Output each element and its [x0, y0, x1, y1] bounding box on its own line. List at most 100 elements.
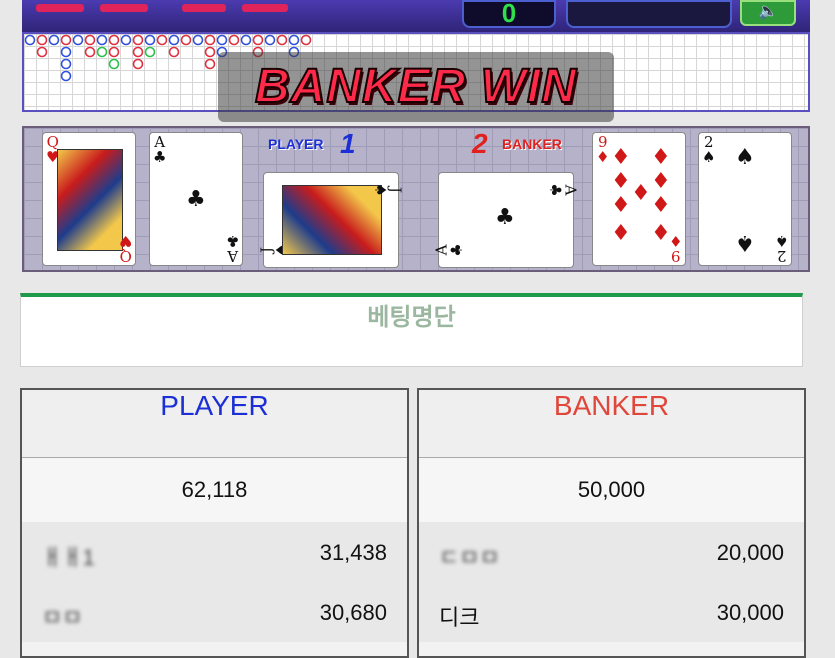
- status-mark: [100, 4, 148, 12]
- road-marker: [72, 34, 84, 46]
- road-marker: [300, 34, 312, 46]
- bettor-name: ㅁㅁ: [42, 605, 83, 630]
- card-suit: ♠: [774, 232, 788, 250]
- diamond-pip: ♦: [651, 169, 671, 194]
- card-suit: ♦: [668, 232, 682, 250]
- player-bets-column: PLAYER 62,118 ㅐㅐ1 31,438 ㅁㅁ 30,680: [20, 388, 409, 658]
- banker-bets-column: BANKER 50,000 ㄷㅁㅁ 20,000 디크 30,000: [417, 388, 806, 658]
- status-mark: [182, 4, 226, 12]
- status-mark: [36, 4, 84, 12]
- club-pip: ♣: [495, 205, 515, 230]
- road-marker: [156, 34, 168, 46]
- road-marker: [168, 34, 180, 46]
- diamond-pip: ♦: [651, 145, 671, 170]
- road-marker: [108, 58, 120, 70]
- player-bets-total: 62,118: [22, 458, 407, 522]
- road-marker: [60, 46, 72, 58]
- result-banner: BANKER WIN: [218, 52, 614, 122]
- banker-card-1: A ♣ ♣ A ♣: [433, 172, 579, 268]
- road-marker: [180, 34, 192, 46]
- banker-card-2: 9 ♦ ♦ ♦ ♦ ♦ ♦ ♦ ♦ ♦ ♦ 9 ♦: [592, 132, 686, 266]
- betting-list-title: 베팅명단: [367, 304, 456, 331]
- bet-amount: 30,000: [716, 600, 784, 625]
- player-label: PLAYER: [268, 136, 324, 152]
- player-card-3: J♠ J♠: [258, 172, 404, 268]
- player-bets-header: PLAYER: [22, 390, 407, 458]
- diamond-pip: ♦: [611, 145, 631, 170]
- diamond-pip: ♦: [651, 193, 671, 218]
- card-table: PLAYER 1 2 BANKER Q♥ Q♥ A♣ ♣ A♣ J♠ J♠ A♣…: [22, 126, 810, 272]
- road-marker: [132, 58, 144, 70]
- road-marker: [60, 34, 72, 46]
- list-item: ㅐㅐ1 31,438: [22, 522, 407, 582]
- road-marker: [204, 58, 216, 70]
- player-score: 1: [340, 128, 356, 159]
- road-marker: [96, 34, 108, 46]
- card-suit: ♣: [153, 148, 167, 166]
- road-marker: [132, 46, 144, 58]
- queen-figure: [57, 149, 123, 251]
- road-marker: [36, 34, 48, 46]
- banker-card-3: 2 ♠ ♠ ♠ 2 ♠: [698, 132, 792, 266]
- road-marker: [216, 34, 228, 46]
- card-suit: ♣: [447, 243, 466, 257]
- jack-figure: [282, 185, 382, 255]
- road-marker: [288, 34, 300, 46]
- banker-bets-header: BANKER: [419, 390, 804, 458]
- result-text: BANKER WIN: [254, 59, 577, 114]
- road-marker: [36, 46, 48, 58]
- road-marker: [228, 34, 240, 46]
- road-marker: [96, 46, 108, 58]
- diamond-pip: ♦: [611, 221, 631, 246]
- card-suit: ♦: [596, 148, 610, 166]
- spade-pip: ♠: [735, 145, 755, 170]
- diamond-pip: ♦: [611, 193, 631, 218]
- road-marker: [108, 34, 120, 46]
- card-suit: ♣: [546, 183, 565, 197]
- list-item: ㄷㅁㅁ 20,000: [419, 522, 804, 582]
- banker-bets-total: 50,000: [419, 458, 804, 522]
- road-marker: [276, 34, 288, 46]
- road-marker: [60, 58, 72, 70]
- banker-label: BANKER: [502, 136, 562, 152]
- road-marker: [84, 34, 96, 46]
- player-card-1: Q ♥ Q ♥: [42, 132, 136, 266]
- diamond-pip: ♦: [611, 169, 631, 194]
- bet-amount: 30,680: [319, 600, 387, 625]
- road-marker: [204, 34, 216, 46]
- road-marker: [168, 46, 180, 58]
- diamond-pip: ♦: [631, 181, 651, 206]
- spade-pip: ♠: [735, 230, 755, 255]
- road-marker: [204, 46, 216, 58]
- player-card-2: A ♣ ♣ A ♣: [149, 132, 243, 266]
- banker-score: 2: [472, 128, 488, 159]
- betting-list-header: 베팅명단: [20, 293, 803, 367]
- road-marker: [84, 46, 96, 58]
- card-suit: ♥: [118, 232, 132, 250]
- top-button[interactable]: [566, 0, 732, 28]
- card-suit: ♠: [371, 183, 390, 197]
- diamond-pip: ♦: [651, 221, 671, 246]
- list-item: ㅁㅁ 30,680: [22, 582, 407, 642]
- road-marker: [120, 34, 132, 46]
- list-item: 디크 30,000: [419, 582, 804, 642]
- bettor-name: 디크: [439, 605, 480, 630]
- round-counter: 0: [462, 0, 556, 28]
- road-marker: [264, 34, 276, 46]
- road-marker: [60, 70, 72, 82]
- bet-amount: 31,438: [319, 540, 387, 565]
- road-marker: [108, 46, 120, 58]
- sound-button[interactable]: 🔈: [740, 0, 796, 26]
- baccarat-game-area: 0 🔈 PLAYER 1 2 BANKER Q♥ Q♥ A♣ ♣ A♣ J♠ J…: [0, 0, 835, 290]
- bettor-name: ㄷㅁㅁ: [439, 545, 500, 570]
- road-marker: [252, 34, 264, 46]
- road-marker: [132, 34, 144, 46]
- speaker-icon: 🔈: [758, 3, 778, 20]
- card-suit: ♣: [225, 232, 239, 250]
- bet-amount: 20,000: [716, 540, 784, 565]
- road-marker: [144, 46, 156, 58]
- road-marker: [48, 34, 60, 46]
- status-mark: [242, 4, 288, 12]
- road-marker: [144, 34, 156, 46]
- road-marker: [24, 34, 36, 46]
